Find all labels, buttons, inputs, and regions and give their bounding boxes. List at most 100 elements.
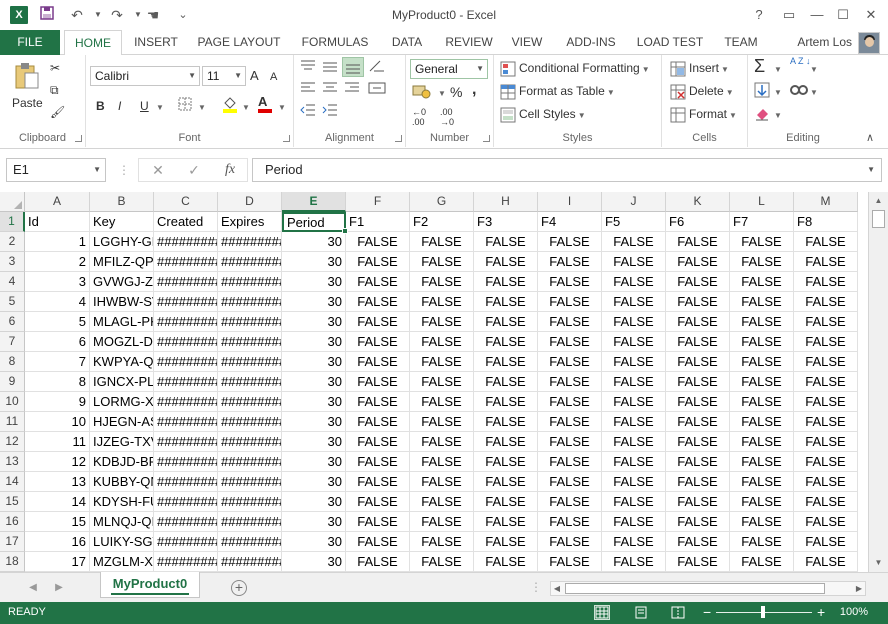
table-cell[interactable]: FALSE xyxy=(794,272,858,292)
table-cell[interactable]: MZGLM-XA xyxy=(90,552,154,572)
row-header[interactable]: 13 xyxy=(0,452,25,472)
table-cell[interactable]: FALSE xyxy=(474,392,538,412)
table-cell[interactable]: ######### xyxy=(154,392,218,412)
table-cell[interactable]: FALSE xyxy=(602,412,666,432)
row-header[interactable]: 12 xyxy=(0,432,25,452)
table-cell[interactable]: FALSE xyxy=(730,412,794,432)
table-cell[interactable]: 30 xyxy=(282,372,346,392)
header-cell[interactable]: Period xyxy=(282,212,346,232)
number-format-select[interactable]: General ▼ xyxy=(410,59,488,79)
table-cell[interactable]: ######### xyxy=(218,552,282,572)
row-header[interactable]: 5 xyxy=(0,292,25,312)
chevron-down-icon[interactable]: ▼ xyxy=(772,105,782,125)
table-cell[interactable]: FALSE xyxy=(346,412,410,432)
table-cell[interactable]: ######### xyxy=(218,512,282,532)
table-cell[interactable]: FALSE xyxy=(410,512,474,532)
table-cell[interactable]: FALSE xyxy=(474,372,538,392)
table-cell[interactable]: FALSE xyxy=(794,392,858,412)
table-cell[interactable]: ######### xyxy=(154,432,218,452)
table-cell[interactable]: FALSE xyxy=(346,392,410,412)
table-cell[interactable]: ######### xyxy=(218,292,282,312)
table-cell[interactable]: FALSE xyxy=(794,452,858,472)
header-cell[interactable]: Id xyxy=(25,212,90,232)
scroll-left-icon[interactable]: ◀ xyxy=(551,582,563,595)
accounting-format-icon[interactable] xyxy=(412,83,432,104)
table-cell[interactable]: GVWGJ-ZV xyxy=(90,272,154,292)
table-cell[interactable]: FALSE xyxy=(602,252,666,272)
table-cell[interactable]: FALSE xyxy=(666,512,730,532)
chevron-down-icon[interactable]: ▼ xyxy=(154,97,164,117)
row-header[interactable]: 3 xyxy=(0,252,25,272)
table-cell[interactable]: FALSE xyxy=(602,332,666,352)
zoom-level[interactable]: 100% xyxy=(840,606,868,618)
table-cell[interactable]: FALSE xyxy=(538,312,602,332)
table-cell[interactable]: 30 xyxy=(282,452,346,472)
table-cell[interactable]: FALSE xyxy=(538,252,602,272)
table-cell[interactable]: 10 xyxy=(25,412,90,432)
tab-data[interactable]: DATA xyxy=(384,30,430,55)
table-cell[interactable]: FALSE xyxy=(730,352,794,372)
column-header-d[interactable]: D xyxy=(218,192,282,212)
table-cell[interactable]: 16 xyxy=(25,532,90,552)
table-cell[interactable]: ######### xyxy=(218,412,282,432)
table-cell[interactable]: FALSE xyxy=(602,452,666,472)
table-cell[interactable]: FALSE xyxy=(538,472,602,492)
table-cell[interactable]: ######### xyxy=(154,352,218,372)
table-cell[interactable]: HJEGN-AS xyxy=(90,412,154,432)
comma-style-button[interactable]: , xyxy=(472,81,476,99)
insert-cells-button[interactable]: Insert ▼ xyxy=(670,59,729,79)
table-cell[interactable]: ######### xyxy=(218,272,282,292)
worksheet-grid[interactable]: A B C D E F G H I J K L M 1 Id Key Created Expires Period F… xyxy=(0,192,868,572)
row-header[interactable]: 15 xyxy=(0,492,25,512)
tab-add-ins[interactable]: ADD-INS xyxy=(558,30,624,55)
table-cell[interactable]: FALSE xyxy=(666,332,730,352)
table-cell[interactable]: 1 xyxy=(25,232,90,252)
table-cell[interactable]: FALSE xyxy=(346,452,410,472)
table-cell[interactable]: 7 xyxy=(25,352,90,372)
table-cell[interactable]: 17 xyxy=(25,552,90,572)
table-cell[interactable]: ######### xyxy=(154,532,218,552)
table-cell[interactable]: FALSE xyxy=(538,292,602,312)
row-header[interactable]: 11 xyxy=(0,412,25,432)
table-cell[interactable]: 30 xyxy=(282,392,346,412)
alignment-launcher-icon[interactable] xyxy=(395,135,402,142)
table-cell[interactable]: KWPYA-Q xyxy=(90,352,154,372)
table-cell[interactable]: 8 xyxy=(25,372,90,392)
horizontal-scroll-thumb[interactable] xyxy=(565,583,825,594)
prev-sheet-icon[interactable]: ◀ xyxy=(26,581,40,595)
find-select-icon[interactable] xyxy=(790,82,808,103)
font-size-select[interactable]: 11 ▼ xyxy=(202,66,246,86)
table-cell[interactable]: FALSE xyxy=(474,312,538,332)
table-cell[interactable]: FALSE xyxy=(794,412,858,432)
zoom-in-icon[interactable]: + xyxy=(817,604,825,620)
table-cell[interactable]: IHWBW-SV xyxy=(90,292,154,312)
table-cell[interactable]: KUBBY-QN xyxy=(90,472,154,492)
format-as-table-button[interactable]: Format as Table ▼ xyxy=(500,82,615,102)
increase-decimal-icon[interactable]: ←0.00 xyxy=(412,107,426,127)
table-cell[interactable]: FALSE xyxy=(602,472,666,492)
column-header-c[interactable]: C xyxy=(154,192,218,212)
table-cell[interactable]: ######### xyxy=(218,392,282,412)
table-cell[interactable]: FALSE xyxy=(666,252,730,272)
table-cell[interactable]: FALSE xyxy=(538,512,602,532)
font-launcher-icon[interactable] xyxy=(283,135,290,142)
row-header[interactable]: 9 xyxy=(0,372,25,392)
table-cell[interactable]: FALSE xyxy=(602,392,666,412)
table-cell[interactable]: ######### xyxy=(154,292,218,312)
table-cell[interactable]: FALSE xyxy=(346,552,410,572)
table-cell[interactable]: FALSE xyxy=(474,552,538,572)
table-cell[interactable]: FALSE xyxy=(410,272,474,292)
row-header[interactable]: 18 xyxy=(0,552,25,572)
header-cell[interactable]: Created xyxy=(154,212,218,232)
row-header[interactable]: 1 xyxy=(0,212,25,232)
tab-formulas[interactable]: FORMULAS xyxy=(296,30,374,55)
table-cell[interactable]: FALSE xyxy=(346,472,410,492)
header-cell[interactable]: F7 xyxy=(730,212,794,232)
insert-function-icon[interactable]: fx xyxy=(215,159,245,181)
column-header-b[interactable]: B xyxy=(90,192,154,212)
row-header[interactable]: 6 xyxy=(0,312,25,332)
table-cell[interactable]: ######### xyxy=(154,492,218,512)
table-cell[interactable]: FALSE xyxy=(474,512,538,532)
row-header[interactable]: 2 xyxy=(0,232,25,252)
table-cell[interactable]: 9 xyxy=(25,392,90,412)
